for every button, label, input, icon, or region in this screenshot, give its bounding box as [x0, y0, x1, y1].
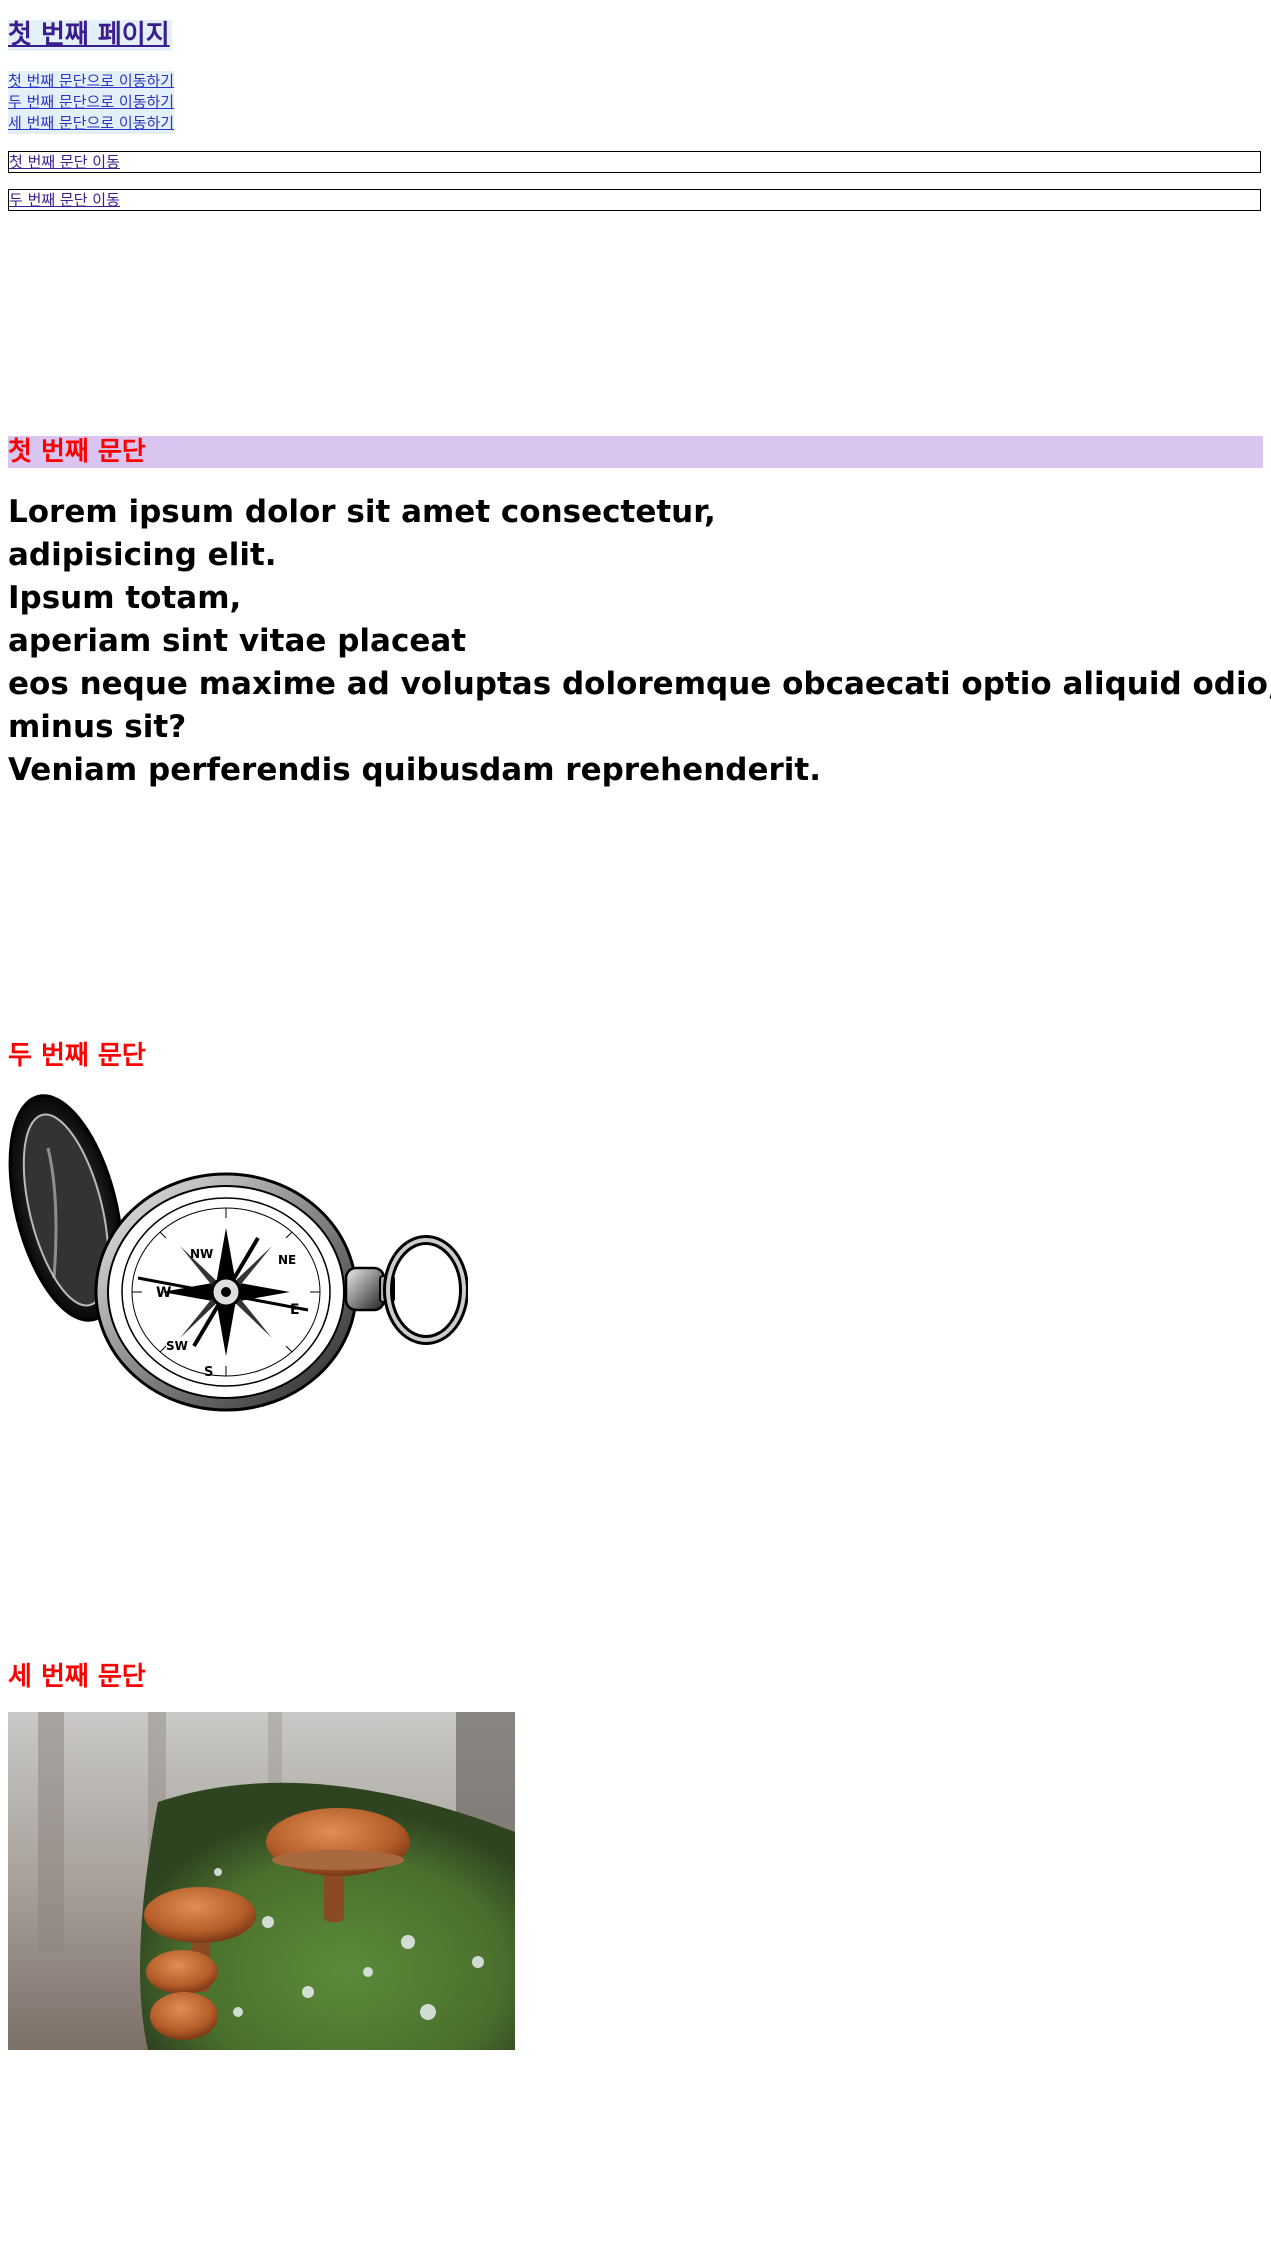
svg-text:NE: NE: [278, 1253, 296, 1267]
move-row-1: 첫 번째 문단 이동: [8, 151, 1261, 173]
mushroom-photo: [8, 1712, 515, 2050]
page-title-link[interactable]: 첫 번째 페이지: [8, 20, 172, 51]
section-3-heading: 세 번째 문단: [8, 1662, 146, 1692]
section-1-body: Lorem ipsum dolor sit amet consectetur, …: [8, 491, 1271, 792]
body-line: Ipsum totam,: [8, 580, 242, 616]
body-line: minus sit?: [8, 709, 187, 745]
svg-text:E: E: [290, 1302, 300, 1318]
jump-link-section-1[interactable]: 첫 번째 문단으로 이동하기: [8, 71, 175, 92]
jump-link-section-3[interactable]: 세 번째 문단으로 이동하기: [8, 113, 175, 134]
jump-nav: 첫 번째 문단으로 이동하기 두 번째 문단으로 이동하기 세 번째 문단으로 …: [8, 71, 175, 134]
body-line: Lorem ipsum dolor sit amet consectetur,: [8, 494, 716, 530]
body-line: adipisicing elit.: [8, 537, 277, 573]
compass-image: W E NW NE SW S: [8, 1094, 468, 1412]
svg-text:S: S: [204, 1365, 213, 1380]
body-line: aperiam sint vitae placeat: [8, 623, 467, 659]
move-link-section-1[interactable]: 첫 번째 문단 이동: [9, 152, 1260, 172]
section-2-heading: 두 번째 문단: [8, 1041, 146, 1071]
body-line: Veniam perferendis quibusdam reprehender…: [8, 752, 821, 788]
section-1-heading: 첫 번째 문단: [8, 436, 1263, 468]
svg-text:SW: SW: [166, 1339, 188, 1353]
jump-link-section-2[interactable]: 두 번째 문단으로 이동하기: [8, 92, 175, 113]
move-row-2: 두 번째 문단 이동: [8, 189, 1261, 211]
body-line: eos neque maxime ad voluptas doloremque …: [8, 666, 1271, 702]
move-link-section-2[interactable]: 두 번째 문단 이동: [9, 190, 1260, 210]
svg-text:NW: NW: [190, 1247, 213, 1261]
svg-text:W: W: [156, 1285, 171, 1301]
